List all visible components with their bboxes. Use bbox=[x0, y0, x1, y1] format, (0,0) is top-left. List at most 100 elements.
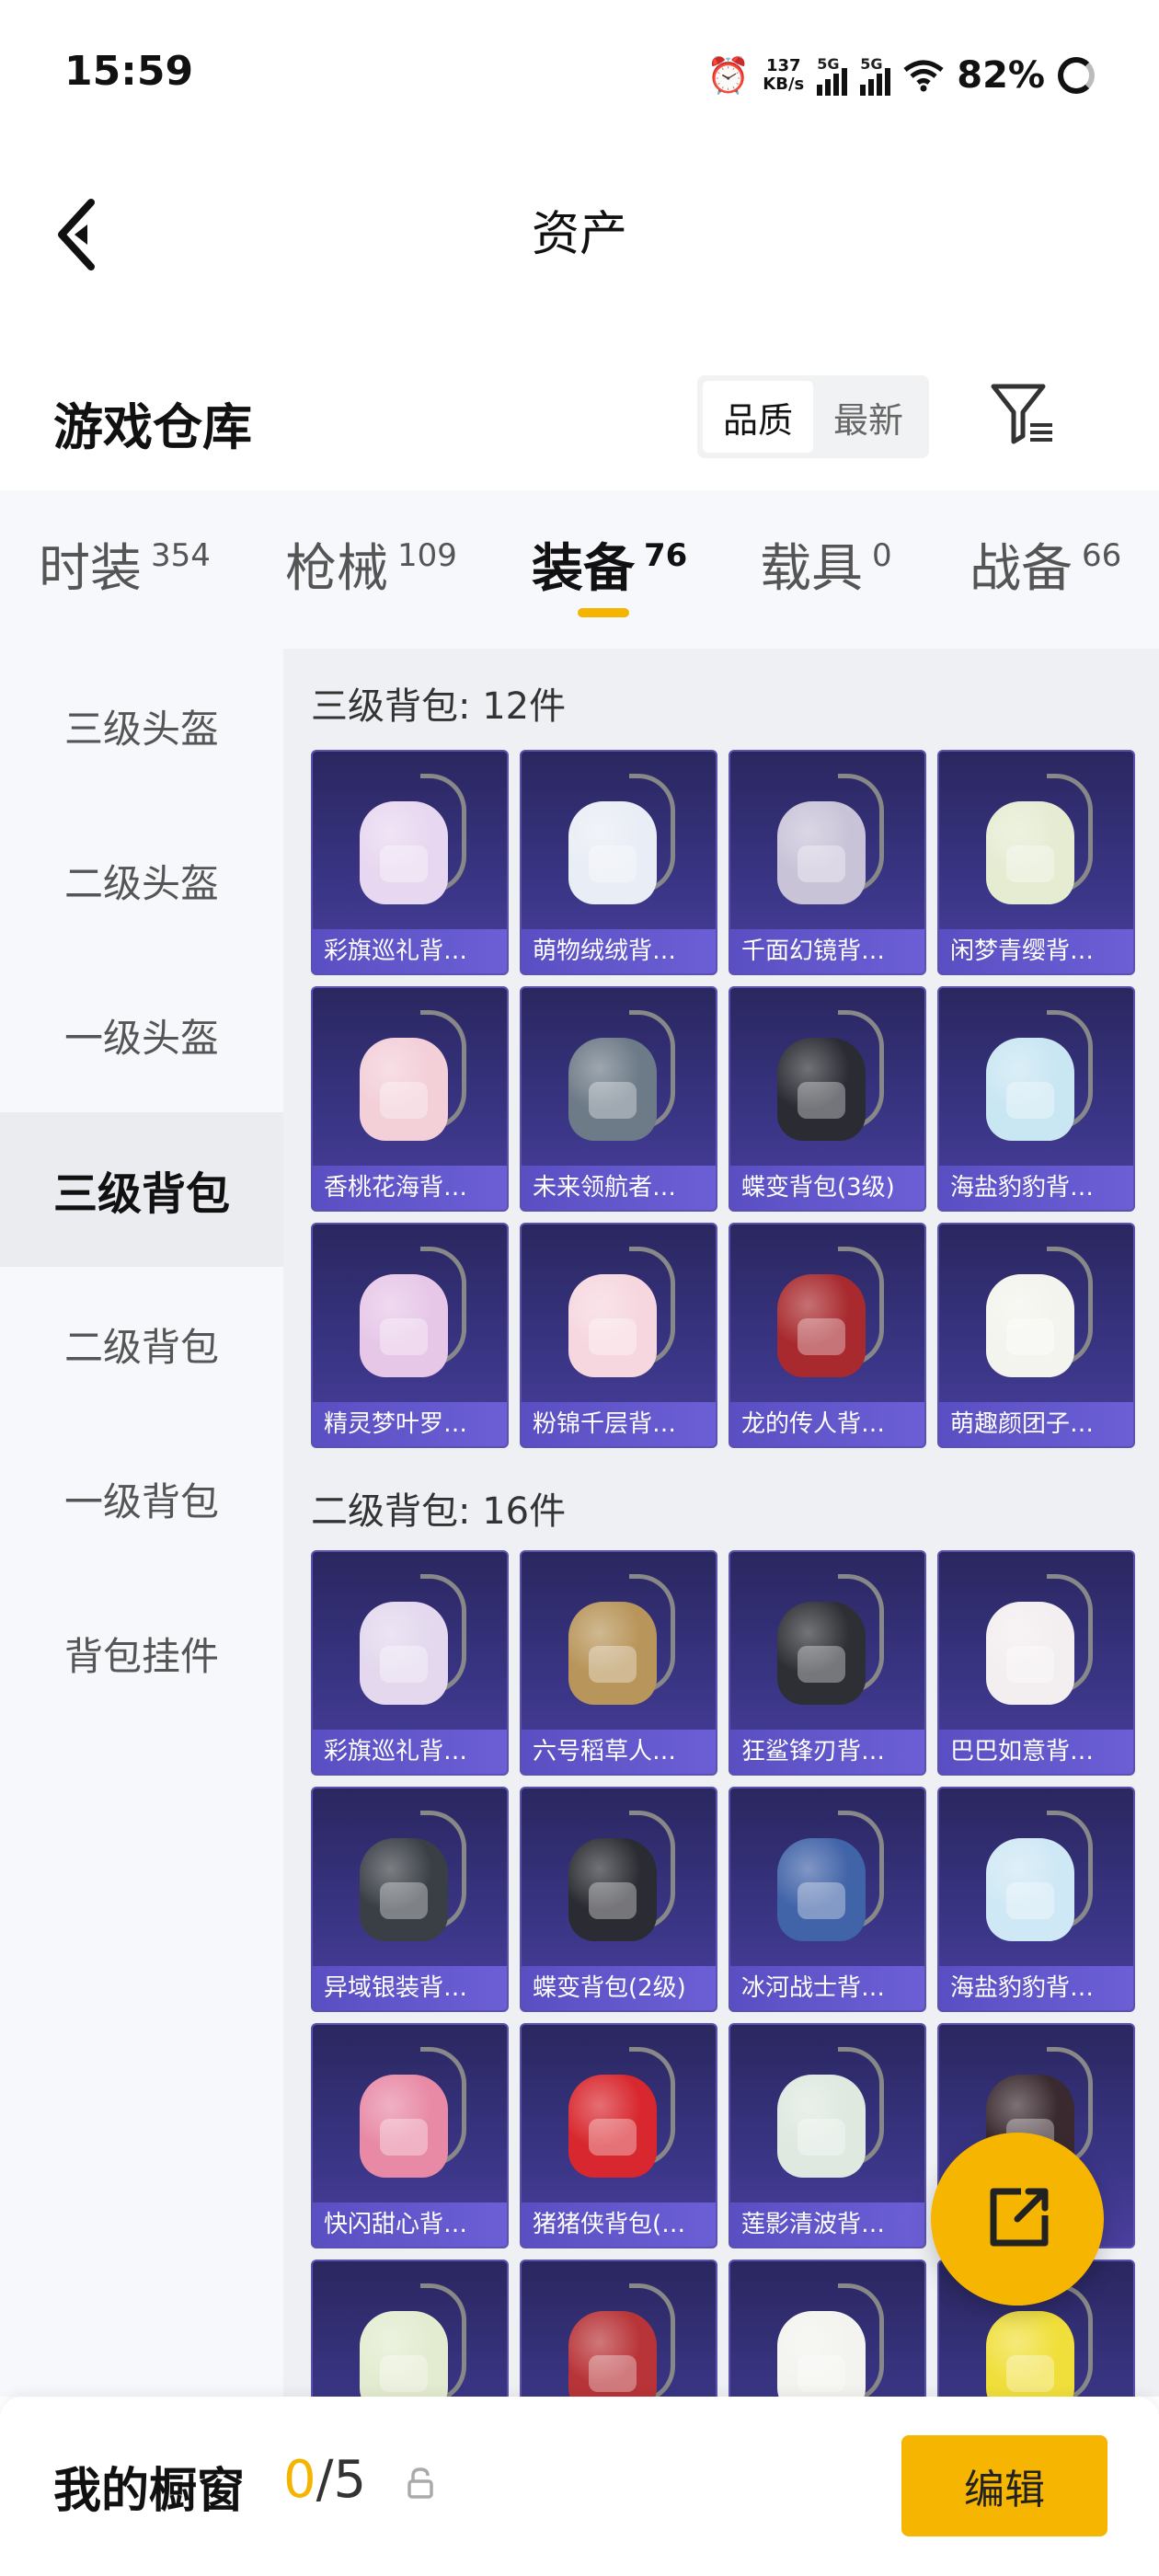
item-card[interactable]: 萌物绒绒背… bbox=[520, 750, 717, 975]
backpack-thumbnail bbox=[359, 1574, 466, 1712]
backpack-thumbnail bbox=[776, 2047, 884, 2185]
network-speed: 137 KB/s bbox=[763, 56, 805, 94]
backpack-thumbnail bbox=[776, 1010, 884, 1148]
tab-fashion[interactable]: 时装 354 bbox=[39, 527, 211, 602]
item-name: 闲梦青缨背… bbox=[939, 929, 1133, 973]
sidebar-item-backpack-1[interactable]: 一级背包 bbox=[0, 1421, 283, 1576]
backpack-thumbnail bbox=[359, 774, 466, 912]
item-card[interactable]: 海盐豹豹背… bbox=[937, 986, 1135, 1212]
item-card[interactable] bbox=[311, 2260, 509, 2397]
backpack-thumbnail bbox=[985, 774, 1093, 912]
group-title: 二级背包: 16件 bbox=[311, 1490, 567, 1533]
item-name: 萌趣颜团子… bbox=[939, 1402, 1133, 1446]
sidebar-item-backpack-charm[interactable]: 背包挂件 bbox=[0, 1576, 283, 1731]
item-name: 异域银装背… bbox=[313, 1966, 507, 2010]
item-card[interactable]: 萌趣颜团子… bbox=[937, 1223, 1135, 1448]
lock-icon bbox=[407, 2467, 433, 2499]
section-title: 游戏仓库 bbox=[53, 398, 252, 456]
alarm-icon: ⏰ bbox=[706, 55, 751, 96]
item-name: 精灵梦叶罗… bbox=[313, 1402, 507, 1446]
item-name: 龙的传人背… bbox=[730, 1402, 924, 1446]
item-name: 萌物绒绒背… bbox=[522, 929, 716, 973]
wifi-icon bbox=[903, 60, 944, 92]
item-card[interactable]: 巴巴如意背… bbox=[937, 1550, 1135, 1776]
item-card[interactable]: 海盐豹豹背… bbox=[937, 1787, 1135, 2012]
item-card[interactable]: 龙的传人背… bbox=[729, 1223, 926, 1448]
item-card[interactable]: 未来领航者… bbox=[520, 986, 717, 1212]
tab-supplies[interactable]: 战备 66 bbox=[970, 527, 1121, 602]
item-card[interactable]: 粉锦千层背… bbox=[520, 1223, 717, 1448]
category-tabs: 时装 354 枪械 109 装备 76 载具 0 战备 66 bbox=[0, 490, 1159, 649]
item-card[interactable]: 闲梦青缨背… bbox=[937, 750, 1135, 975]
tab-weapons[interactable]: 枪械 109 bbox=[285, 527, 457, 602]
sidebar-item-helmet-1[interactable]: 一级头盔 bbox=[0, 958, 283, 1112]
backpack-thumbnail bbox=[568, 2283, 675, 2397]
item-name: 彩旗巡礼背… bbox=[313, 1730, 507, 1774]
item-name: 快闪甜心背… bbox=[313, 2202, 507, 2247]
sidebar-item-helmet-2[interactable]: 二级头盔 bbox=[0, 803, 283, 958]
item-card[interactable]: 香桃花海背… bbox=[311, 986, 509, 1212]
backpack-thumbnail bbox=[985, 1574, 1093, 1712]
battery-level: 82% bbox=[957, 54, 1045, 97]
status-icons: ⏰ 137 KB/s 5G 5G 82% bbox=[706, 48, 1095, 103]
item-card[interactable]: 快闪甜心背… bbox=[311, 2023, 509, 2248]
backpack-thumbnail bbox=[568, 1811, 675, 1949]
app-header: 资产 bbox=[0, 156, 1159, 294]
backpack-thumbnail bbox=[359, 1811, 466, 1949]
sort-toggle: 品质 最新 bbox=[697, 375, 929, 458]
sort-by-newest[interactable]: 最新 bbox=[813, 381, 924, 453]
backpack-thumbnail bbox=[568, 1010, 675, 1148]
item-card[interactable]: 彩旗巡礼背… bbox=[311, 750, 509, 975]
item-card[interactable]: 异域银装背… bbox=[311, 1787, 509, 2012]
item-name: 莲影清波背… bbox=[730, 2202, 924, 2247]
status-time: 15:59 bbox=[64, 48, 194, 95]
battery-icon bbox=[1058, 57, 1095, 94]
sort-by-quality[interactable]: 品质 bbox=[703, 381, 813, 453]
item-card[interactable]: 猪猪侠背包(… bbox=[520, 2023, 717, 2248]
item-card[interactable] bbox=[520, 2260, 717, 2397]
item-card[interactable]: 精灵梦叶罗… bbox=[311, 1223, 509, 1448]
backpack-thumbnail bbox=[359, 1247, 466, 1385]
backpack-thumbnail bbox=[776, 774, 884, 912]
backpack-thumbnail bbox=[776, 1574, 884, 1712]
item-name: 猪猪侠背包(… bbox=[522, 2202, 716, 2247]
backpack-thumbnail bbox=[359, 1010, 466, 1148]
item-card[interactable]: 彩旗巡礼背… bbox=[311, 1550, 509, 1776]
item-card[interactable] bbox=[729, 2260, 926, 2397]
share-button[interactable] bbox=[931, 2133, 1104, 2306]
item-card[interactable]: 冰河战士背… bbox=[729, 1787, 926, 2012]
item-name: 香桃花海背… bbox=[313, 1166, 507, 1210]
showcase-label: 我的橱窗 bbox=[53, 2464, 246, 2519]
tab-vehicles[interactable]: 载具 0 bbox=[760, 527, 892, 602]
item-card[interactable]: 蝶变背包(3级) bbox=[729, 986, 926, 1212]
item-name: 海盐豹豹背… bbox=[939, 1966, 1133, 2010]
showcase-bar: 我的橱窗 0/5 编辑 bbox=[0, 2397, 1159, 2576]
filter-icon[interactable] bbox=[986, 377, 1060, 451]
item-name: 六号稻草人… bbox=[522, 1730, 716, 1774]
backpack-thumbnail bbox=[359, 2283, 466, 2397]
backpack-thumbnail bbox=[776, 1247, 884, 1385]
backpack-thumbnail bbox=[568, 1247, 675, 1385]
item-name: 狂鲨锋刃背… bbox=[730, 1730, 924, 1774]
page-title: 资产 bbox=[531, 207, 627, 262]
sidebar-item-backpack-2[interactable]: 二级背包 bbox=[0, 1267, 283, 1421]
item-card[interactable]: 千面幻镜背… bbox=[729, 750, 926, 975]
item-card[interactable]: 蝶变背包(2级) bbox=[520, 1787, 717, 2012]
sidebar-item-backpack-3[interactable]: 三级背包 bbox=[0, 1112, 283, 1267]
sidebar-item-helmet-3[interactable]: 三级头盔 bbox=[0, 649, 283, 803]
backpack-thumbnail bbox=[985, 1247, 1093, 1385]
backpack-thumbnail bbox=[985, 1811, 1093, 1949]
backpack-thumbnail bbox=[985, 1010, 1093, 1148]
item-name: 巴巴如意背… bbox=[939, 1730, 1133, 1774]
item-name: 蝶变背包(2级) bbox=[522, 1966, 716, 2010]
item-card[interactable]: 狂鲨锋刃背… bbox=[729, 1550, 926, 1776]
item-card[interactable]: 六号稻草人… bbox=[520, 1550, 717, 1776]
edit-button[interactable]: 编辑 bbox=[901, 2435, 1107, 2536]
backpack-thumbnail bbox=[776, 1811, 884, 1949]
item-card[interactable]: 莲影清波背… bbox=[729, 2023, 926, 2248]
item-name: 海盐豹豹背… bbox=[939, 1166, 1133, 1210]
status-bar: 15:59 ⏰ 137 KB/s 5G 5G 82% bbox=[0, 0, 1159, 147]
group-title: 三级背包: 12件 bbox=[311, 685, 567, 728]
tab-equipment[interactable]: 装备 76 bbox=[532, 527, 687, 602]
item-name: 冰河战士背… bbox=[730, 1966, 924, 2010]
